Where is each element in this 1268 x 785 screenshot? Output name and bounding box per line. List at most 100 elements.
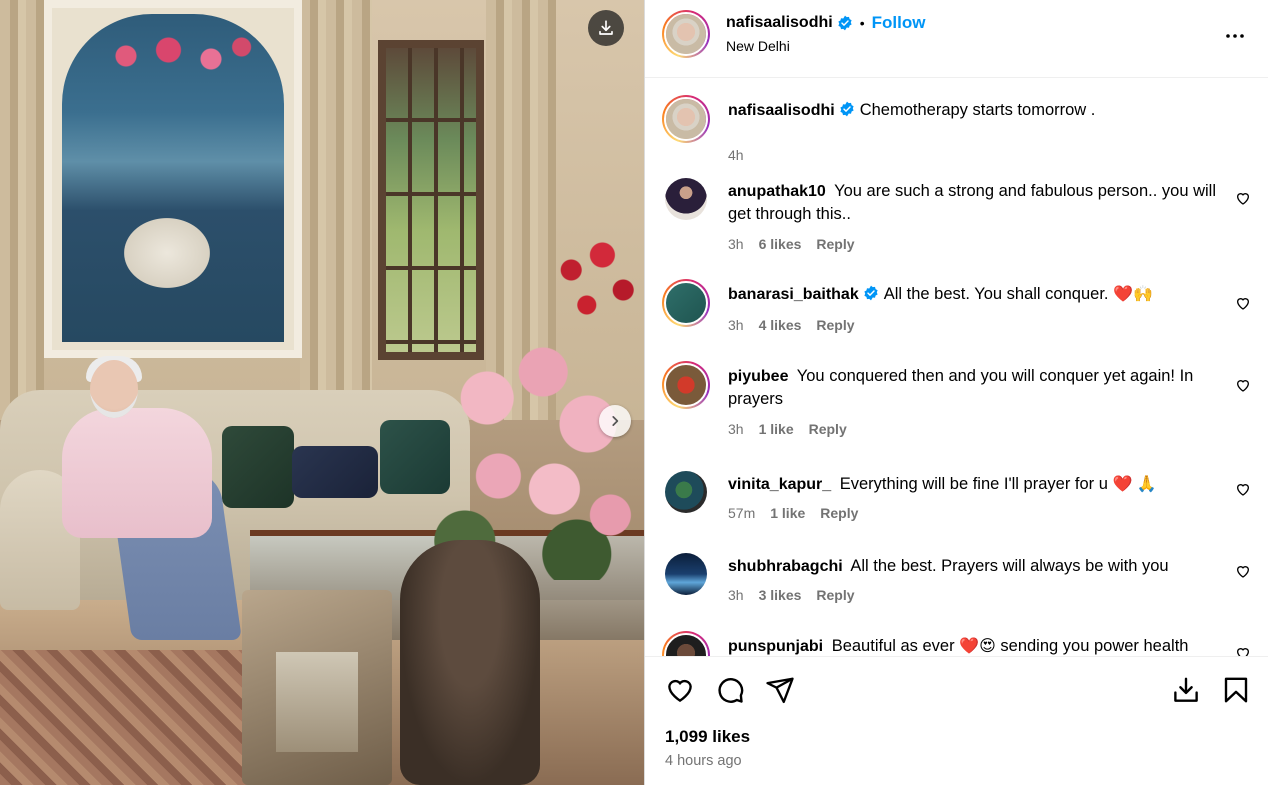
comment-meta: 3h 3 likes Reply — [728, 587, 855, 603]
more-options-icon[interactable] — [1223, 24, 1247, 48]
like-heart-icon[interactable] — [665, 675, 695, 705]
photo-curtain-left — [0, 0, 44, 420]
comment-emoji: ❤️🙌 — [1113, 286, 1153, 303]
download-button[interactable] — [588, 10, 624, 46]
post-caption: nafisaalisodhi Chemotherapy starts tomorr… — [645, 95, 1268, 165]
post-details-panel: nafisaalisodhi • Follow New Delhi nafisa… — [644, 0, 1268, 785]
comment-item: punspunjabi Beautiful as ever ❤️😍 sendin… — [645, 631, 1268, 657]
comment-username[interactable]: shubhrabagchi — [728, 558, 843, 575]
comment-text: punspunjabi Beautiful as ever ❤️😍 sendin… — [728, 635, 1223, 657]
next-photo-button[interactable] — [599, 405, 631, 437]
reply-button[interactable]: Reply — [816, 587, 854, 603]
comment-meta: 3h 4 likes Reply — [728, 317, 855, 333]
comment-like-heart-icon[interactable] — [1235, 190, 1251, 206]
comment-time[interactable]: 3h — [728, 317, 744, 333]
commenter-avatar[interactable] — [662, 279, 710, 327]
comment-text: banarasi_baithak All the best. You shall … — [728, 283, 1223, 306]
comment-like-heart-icon[interactable] — [1235, 481, 1251, 497]
comment-likes[interactable]: 3 likes — [759, 587, 802, 603]
download-icon[interactable] — [1171, 675, 1201, 705]
comment-text: piyubee You conquered then and you will … — [728, 365, 1223, 410]
save-bookmark-icon[interactable] — [1221, 675, 1251, 705]
comment-body: You conquered then and you will conquer … — [728, 367, 1194, 408]
comment-username[interactable]: banarasi_baithak — [728, 286, 859, 303]
photo-person-head — [90, 360, 138, 418]
caption-username[interactable]: nafisaalisodhi — [728, 102, 835, 119]
comment-time[interactable]: 3h — [728, 421, 744, 437]
comment-emoji: ❤️😍 — [959, 638, 996, 655]
follow-button[interactable]: Follow — [872, 13, 926, 33]
commenter-avatar[interactable] — [665, 178, 707, 220]
comment-item: banarasi_baithak All the best. You shall … — [645, 279, 1268, 349]
photo-painting — [44, 0, 302, 358]
reply-button[interactable]: Reply — [820, 505, 858, 521]
photo-pillow — [222, 426, 294, 508]
comment-emoji: ❤️ 🙏 — [1112, 476, 1157, 493]
comment-text: shubhrabagchi All the best. Prayers will… — [728, 555, 1223, 578]
verified-badge-icon — [840, 101, 854, 117]
reply-button[interactable]: Reply — [816, 317, 854, 333]
comment-username[interactable]: anupathak10 — [728, 183, 826, 200]
reply-button[interactable]: Reply — [809, 421, 847, 437]
comment-like-heart-icon[interactable] — [1235, 377, 1251, 393]
comment-body: All the best. You shall conquer. — [883, 285, 1109, 303]
chevron-right-icon — [612, 416, 619, 426]
header-user: nafisaalisodhi • Follow — [726, 13, 925, 33]
photo-picture-frame — [242, 590, 392, 785]
comment-likes[interactable]: 1 like — [770, 505, 805, 521]
photo-pillow — [292, 446, 378, 498]
caption-body: Chemotherapy starts tomorrow . — [859, 101, 1096, 119]
comment-item: shubhrabagchi All the best. Prayers will… — [645, 551, 1268, 621]
share-icon[interactable] — [765, 675, 795, 705]
photo-buddha-statue — [400, 540, 540, 785]
commenter-avatar[interactable] — [662, 361, 710, 409]
commenter-avatar[interactable] — [662, 631, 710, 657]
comment-likes[interactable]: 6 likes — [759, 236, 802, 252]
comment-username[interactable]: piyubee — [728, 368, 788, 385]
comment-text: anupathak10 You are such a strong and fa… — [728, 180, 1223, 225]
comment-meta: 3h 1 like Reply — [728, 421, 847, 437]
comment-body-continued: sending you power health — [1000, 637, 1189, 655]
comment-text: vinita_kapur_ Everything will be fine I'… — [728, 473, 1223, 496]
verified-badge-icon — [864, 285, 878, 301]
photo-curtain-middle — [300, 0, 372, 420]
post-header: nafisaalisodhi • Follow New Delhi — [645, 0, 1268, 78]
comment-meta: 57m 1 like Reply — [728, 505, 858, 521]
author-avatar[interactable] — [662, 95, 710, 143]
post-location[interactable]: New Delhi — [726, 38, 790, 54]
comment-meta: 3h 6 likes Reply — [728, 236, 855, 252]
post-photo[interactable] — [0, 0, 644, 785]
comment-item: vinita_kapur_ Everything will be fine I'… — [645, 469, 1268, 539]
post-timestamp[interactable]: 4 hours ago — [665, 753, 742, 769]
photo-window — [378, 40, 484, 360]
caption-time[interactable]: 4h — [728, 147, 744, 163]
likes-count[interactable]: 1,099 likes — [665, 727, 750, 747]
post-actions: 1,099 likes 4 hours ago — [645, 656, 1268, 785]
comment-item: piyubee You conquered then and you will … — [645, 361, 1268, 451]
photo-person-shirt — [62, 408, 212, 538]
comment-item: anupathak10 You are such a strong and fa… — [645, 176, 1268, 256]
author-avatar[interactable] — [662, 10, 710, 58]
comment-icon[interactable] — [715, 675, 745, 705]
comments-list[interactable]: nafisaalisodhi Chemotherapy starts tomorr… — [645, 79, 1268, 657]
comment-like-heart-icon[interactable] — [1235, 295, 1251, 311]
comment-likes[interactable]: 4 likes — [759, 317, 802, 333]
verified-badge-icon — [838, 15, 852, 31]
comment-like-heart-icon[interactable] — [1235, 563, 1251, 579]
comment-likes[interactable]: 1 like — [759, 421, 794, 437]
separator-dot: • — [859, 15, 865, 31]
comment-body: Everything will be fine I'll prayer for … — [839, 475, 1108, 493]
download-icon — [599, 20, 613, 35]
comment-time[interactable]: 3h — [728, 236, 744, 252]
commenter-avatar[interactable] — [665, 553, 707, 595]
comment-time[interactable]: 3h — [728, 587, 744, 603]
comment-username[interactable]: punspunjabi — [728, 638, 823, 655]
photo-red-flowers — [540, 230, 644, 330]
comment-body: All the best. Prayers will always be wit… — [850, 557, 1169, 575]
comment-time[interactable]: 57m — [728, 505, 755, 521]
caption-text: nafisaalisodhi Chemotherapy starts tomorr… — [728, 99, 1223, 122]
commenter-avatar[interactable] — [665, 471, 707, 513]
comment-username[interactable]: vinita_kapur_ — [728, 476, 831, 493]
reply-button[interactable]: Reply — [816, 236, 854, 252]
author-username[interactable]: nafisaalisodhi — [726, 14, 833, 32]
